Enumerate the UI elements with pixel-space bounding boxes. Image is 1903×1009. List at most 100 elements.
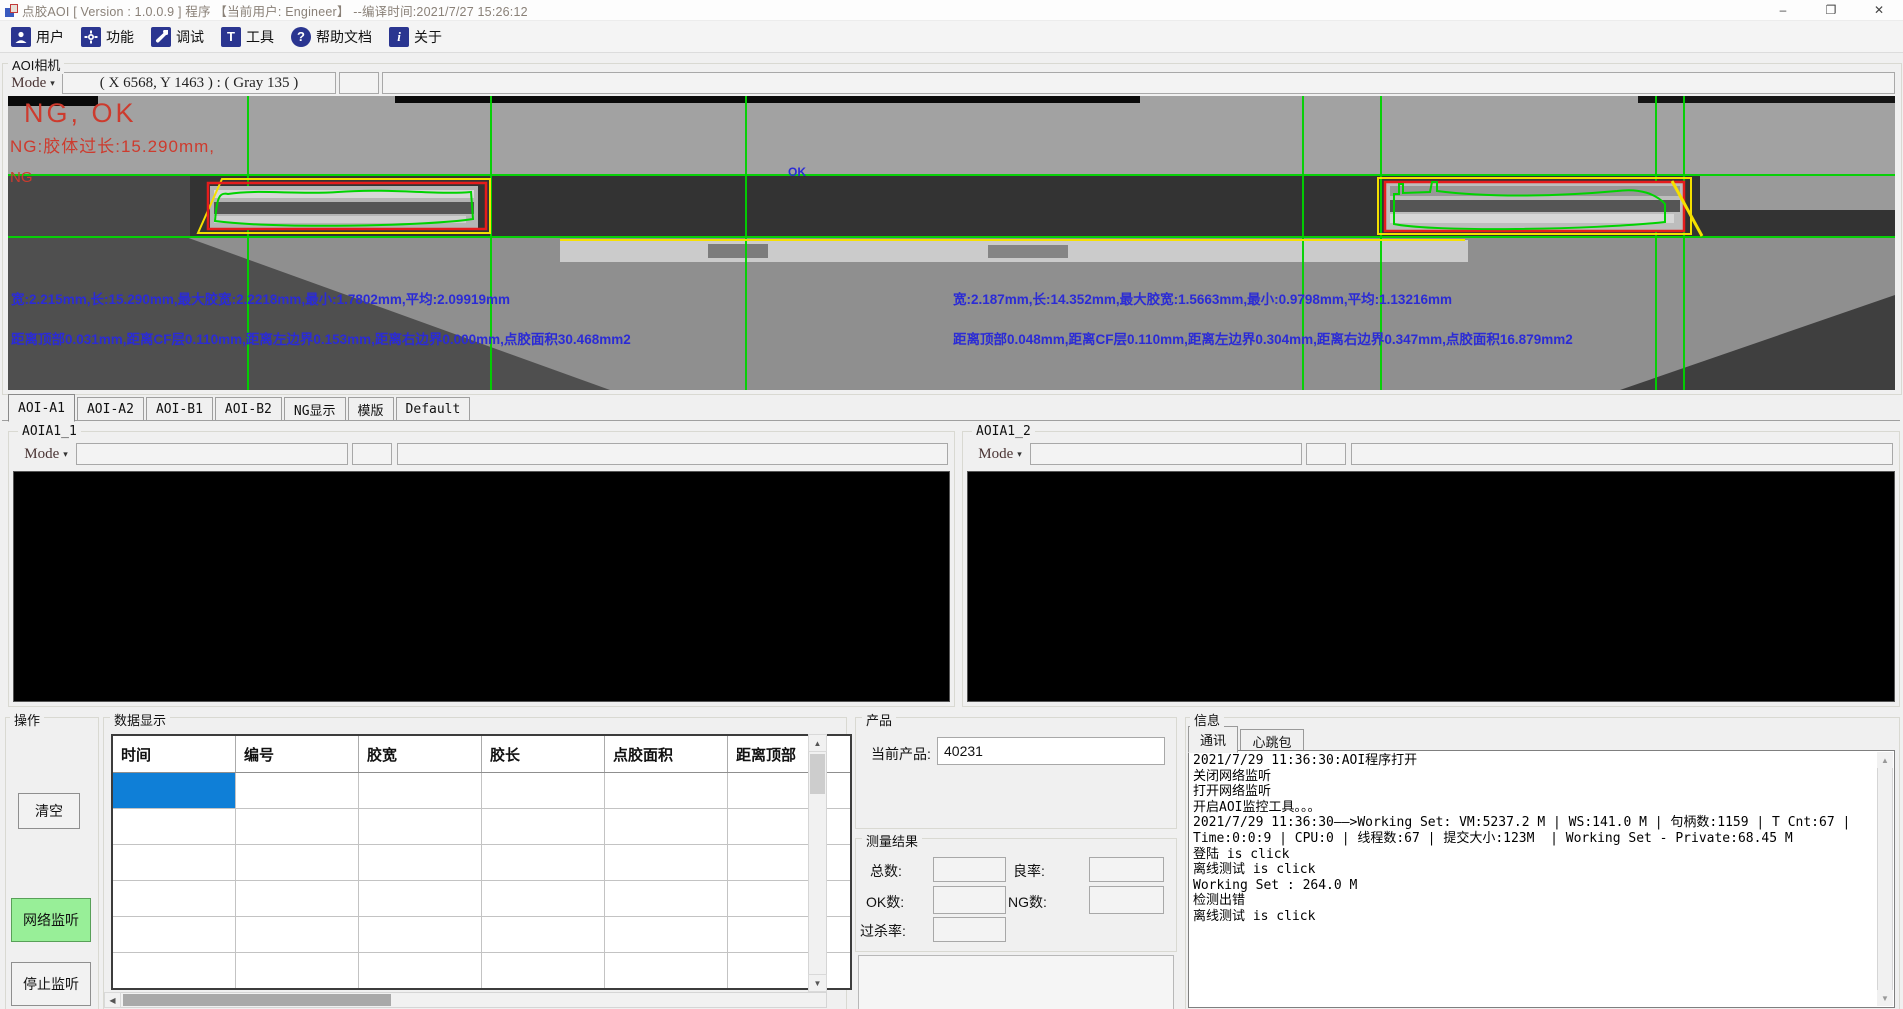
scroll-left-arrow[interactable]: ◀ bbox=[104, 992, 121, 1008]
tab-aoi-a1[interactable]: AOI-A1 bbox=[8, 394, 75, 422]
toolbar-user-button[interactable]: 用户 bbox=[9, 25, 70, 49]
yield-field bbox=[1089, 857, 1164, 882]
cell[interactable] bbox=[482, 881, 605, 917]
yield-label: 良率: bbox=[1013, 861, 1045, 881]
cell[interactable] bbox=[605, 809, 728, 845]
cell[interactable] bbox=[728, 845, 852, 881]
cell[interactable] bbox=[112, 881, 236, 917]
scroll-up-arrow[interactable]: ▲ bbox=[808, 734, 827, 752]
col-glue-area[interactable]: 点胶面积 bbox=[605, 735, 728, 773]
toolbar-help-button[interactable]: ? 帮助文档 bbox=[289, 25, 378, 49]
stop-listen-button[interactable]: 停止监听 bbox=[11, 962, 91, 1006]
toolbar-debug-button[interactable]: 调试 bbox=[149, 25, 210, 49]
clear-button[interactable]: 清空 bbox=[18, 793, 80, 829]
scroll-down-arrow[interactable]: ▼ bbox=[1877, 990, 1893, 1006]
panel2-field-long bbox=[1351, 443, 1893, 465]
panel1-group-label: AOIA1_1 bbox=[18, 424, 81, 439]
tab-aoi-b2[interactable]: AOI-B2 bbox=[215, 397, 282, 420]
cell[interactable] bbox=[359, 881, 482, 917]
data-display-group-label: 数据显示 bbox=[110, 710, 170, 729]
measurement-group-label: 测量结果 bbox=[862, 831, 922, 850]
toolbar: 用户 功能 调试 T 工具 ? 帮助文档 i 关于 bbox=[0, 21, 1903, 53]
tab-aoi-a2[interactable]: AOI-A2 bbox=[77, 397, 144, 420]
wrench-icon bbox=[151, 27, 171, 47]
cell[interactable] bbox=[359, 953, 482, 990]
cell[interactable] bbox=[728, 809, 852, 845]
minimize-button[interactable]: – bbox=[1759, 0, 1807, 20]
cell[interactable] bbox=[482, 773, 605, 809]
cell[interactable] bbox=[728, 953, 852, 990]
panel1-mode-dropdown[interactable]: Mode ▾ bbox=[20, 443, 72, 465]
cell[interactable] bbox=[112, 809, 236, 845]
log-vscrollbar[interactable] bbox=[1877, 752, 1893, 1006]
camera-view[interactable]: NG, OK NG:胶体过长:15.290mm, NG OK 宽:2.215mm… bbox=[8, 96, 1895, 390]
comm-log[interactable]: 2021/7/29 11:36:30:AOI程序打开 关闭网络监听 打开网络监听… bbox=[1188, 750, 1895, 1008]
cell[interactable] bbox=[482, 845, 605, 881]
scroll-up-arrow[interactable]: ▲ bbox=[1877, 752, 1893, 768]
selected-cell[interactable] bbox=[112, 773, 236, 809]
cell[interactable] bbox=[728, 773, 852, 809]
col-glue-width[interactable]: 胶宽 bbox=[359, 735, 482, 773]
cell[interactable] bbox=[236, 773, 359, 809]
cell[interactable] bbox=[112, 917, 236, 953]
cell[interactable] bbox=[482, 917, 605, 953]
tab-template[interactable]: 模版 bbox=[348, 397, 394, 420]
cell[interactable] bbox=[605, 773, 728, 809]
cell[interactable] bbox=[728, 917, 852, 953]
table-row bbox=[112, 845, 851, 881]
cell[interactable] bbox=[359, 845, 482, 881]
data-table[interactable]: 时间 编号 胶宽 胶长 点胶面积 距离顶部 bbox=[111, 734, 852, 990]
table-header-row: 时间 编号 胶宽 胶长 点胶面积 距离顶部 bbox=[112, 735, 851, 773]
cell[interactable] bbox=[236, 809, 359, 845]
cell[interactable] bbox=[482, 953, 605, 990]
col-glue-length[interactable]: 胶长 bbox=[482, 735, 605, 773]
tab-ng-display[interactable]: NG显示 bbox=[284, 397, 346, 420]
toolbar-about-button[interactable]: i 关于 bbox=[387, 25, 448, 49]
cell[interactable] bbox=[728, 881, 852, 917]
camera-mode-dropdown[interactable]: Mode ▾ bbox=[8, 72, 58, 94]
tab-comm[interactable]: 通讯 bbox=[1188, 726, 1238, 753]
cell[interactable] bbox=[112, 845, 236, 881]
toolbar-tools-button[interactable]: T 工具 bbox=[219, 25, 280, 49]
scroll-down-arrow[interactable]: ▼ bbox=[808, 974, 827, 992]
cell[interactable] bbox=[359, 773, 482, 809]
cell[interactable] bbox=[605, 917, 728, 953]
current-product-field[interactable]: 40231 bbox=[937, 737, 1165, 765]
titlebar: 点胶AOI [ Version : 1.0.0.9 ] 程序 【当前用户: En… bbox=[0, 0, 1903, 21]
panel2-mode-dropdown[interactable]: Mode ▾ bbox=[974, 443, 1026, 465]
crosshair-vline bbox=[1683, 96, 1685, 390]
cell[interactable] bbox=[605, 881, 728, 917]
chevron-down-icon: ▾ bbox=[63, 449, 68, 460]
ng-flag-text: NG bbox=[10, 169, 33, 186]
table-row bbox=[112, 953, 851, 990]
panel2-field-small bbox=[1306, 443, 1346, 465]
panel2-camera-view[interactable] bbox=[967, 471, 1895, 702]
col-time[interactable]: 时间 bbox=[112, 735, 236, 773]
scroll-thumb[interactable] bbox=[810, 754, 825, 794]
tab-default[interactable]: Default bbox=[396, 397, 471, 420]
cell[interactable] bbox=[236, 881, 359, 917]
tab-heartbeat[interactable]: 心跳包 bbox=[1240, 729, 1304, 752]
scroll-thumb[interactable] bbox=[123, 994, 391, 1006]
cell[interactable] bbox=[605, 953, 728, 990]
maximize-button[interactable]: ❐ bbox=[1807, 0, 1855, 20]
tools-t-icon: T bbox=[221, 27, 241, 47]
left-glue-inspection-overlay bbox=[188, 176, 500, 238]
toolbar-function-button[interactable]: 功能 bbox=[79, 25, 140, 49]
close-button[interactable]: ✕ bbox=[1855, 0, 1903, 20]
tab-aoi-b1[interactable]: AOI-B1 bbox=[146, 397, 213, 420]
cell[interactable] bbox=[605, 845, 728, 881]
network-listen-button[interactable]: 网络监听 bbox=[11, 898, 91, 942]
operation-group-label: 操作 bbox=[10, 710, 44, 729]
cell[interactable] bbox=[482, 809, 605, 845]
info-icon: i bbox=[389, 27, 409, 47]
cell[interactable] bbox=[236, 845, 359, 881]
col-serial[interactable]: 编号 bbox=[236, 735, 359, 773]
cell[interactable] bbox=[236, 917, 359, 953]
panel1-camera-view[interactable] bbox=[13, 471, 950, 702]
cell[interactable] bbox=[359, 809, 482, 845]
cell[interactable] bbox=[236, 953, 359, 990]
cell[interactable] bbox=[359, 917, 482, 953]
cell[interactable] bbox=[112, 953, 236, 990]
col-distance-top[interactable]: 距离顶部 bbox=[728, 735, 852, 773]
